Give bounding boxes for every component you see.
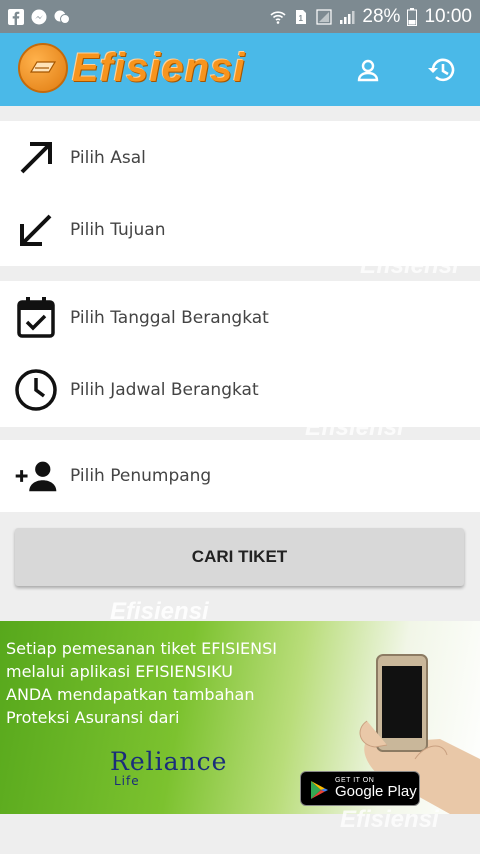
account-button[interactable] bbox=[351, 53, 385, 87]
play-store-icon bbox=[311, 781, 328, 799]
schedule-label: Pilih Jadwal Berangkat bbox=[70, 380, 259, 400]
promo-line: Proteksi Asuransi dari bbox=[6, 708, 180, 727]
wifi-icon bbox=[270, 10, 286, 24]
arrow-down-left-icon bbox=[14, 208, 58, 252]
reliance-life-logo: Reliance Life bbox=[110, 747, 228, 788]
svg-text:1: 1 bbox=[299, 14, 304, 23]
calendar-check-icon bbox=[14, 296, 58, 340]
schedule-row[interactable]: Pilih Jadwal Berangkat bbox=[0, 355, 480, 425]
passenger-card: Pilih Penumpang bbox=[0, 440, 480, 512]
date-label: Pilih Tanggal Berangkat bbox=[70, 308, 269, 328]
app-logo: Efisiensi bbox=[18, 43, 246, 93]
promo-text: Setiap pemesanan tiket EFISIENSI melalui… bbox=[6, 637, 277, 729]
google-play-badge[interactable]: GET IT ON Google Play bbox=[300, 771, 420, 806]
schedule-card: Pilih Tanggal Berangkat Pilih Jadwal Ber… bbox=[0, 281, 480, 427]
route-card: Pilih Asal Pilih Tujuan bbox=[0, 121, 480, 266]
battery-percent: 28% bbox=[362, 5, 401, 27]
partner-name: Reliance bbox=[110, 747, 228, 776]
signal-icon bbox=[316, 8, 333, 25]
promo-line: Setiap pemesanan tiket EFISIENSI bbox=[6, 639, 277, 658]
messenger-icon bbox=[31, 9, 47, 24]
logo-emblem-icon bbox=[18, 43, 68, 93]
insurance-promo-banner[interactable]: Setiap pemesanan tiket EFISIENSI melalui… bbox=[0, 621, 480, 814]
history-button[interactable] bbox=[424, 53, 458, 87]
date-row[interactable]: Pilih Tanggal Berangkat bbox=[0, 283, 480, 353]
partner-sub: Life bbox=[114, 774, 140, 788]
sim-icon: 1 bbox=[296, 9, 307, 24]
account-icon bbox=[357, 59, 379, 82]
facebook-icon bbox=[8, 8, 24, 25]
watermark: Efisiensi bbox=[305, 414, 404, 441]
history-icon bbox=[428, 58, 455, 82]
passenger-label: Pilih Penumpang bbox=[70, 466, 212, 486]
search-ticket-button[interactable]: CARI TIKET bbox=[15, 528, 464, 586]
clock: 10:00 bbox=[424, 5, 472, 27]
add-person-icon bbox=[14, 454, 58, 498]
passenger-row[interactable]: Pilih Penumpang bbox=[0, 441, 480, 511]
app-title: Efisiensi bbox=[72, 45, 246, 90]
store-big-label: Google Play bbox=[335, 783, 417, 800]
clock-icon bbox=[14, 368, 58, 412]
app-bar: Efisiensi bbox=[0, 33, 480, 106]
promo-line: ANDA mendapatkan tambahan bbox=[6, 685, 255, 704]
signal-icon bbox=[340, 10, 355, 24]
watermark: Efisiensi bbox=[340, 806, 439, 833]
status-bar: 1 28% 10:00 bbox=[0, 0, 480, 33]
arrow-up-right-icon bbox=[14, 136, 58, 180]
destination-label: Pilih Tujuan bbox=[70, 220, 166, 240]
watermark: Efisiensi bbox=[360, 252, 459, 279]
origin-label: Pilih Asal bbox=[70, 148, 146, 168]
promo-line: melalui aplikasi EFISIENSIKU bbox=[6, 662, 233, 681]
battery-icon bbox=[407, 7, 418, 26]
origin-row[interactable]: Pilih Asal bbox=[0, 123, 480, 193]
chat-icon bbox=[54, 10, 70, 24]
